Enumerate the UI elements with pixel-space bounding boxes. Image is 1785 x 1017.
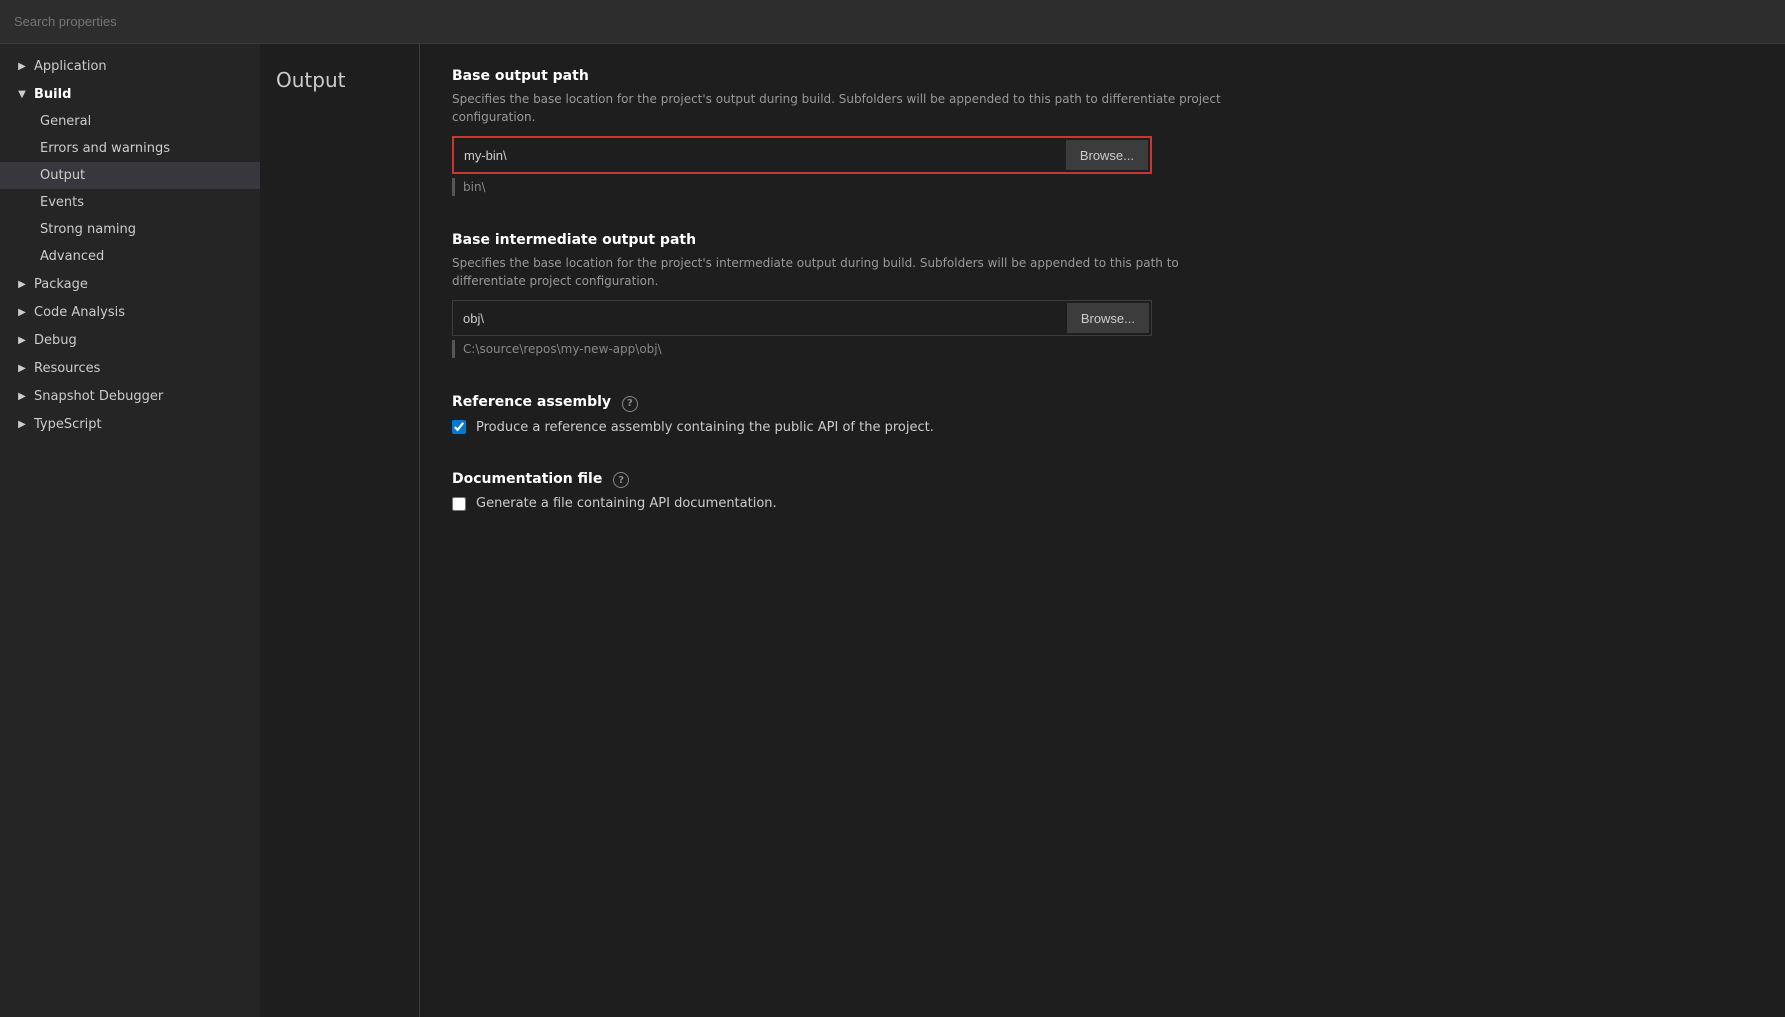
documentation-file-checkbox[interactable] xyxy=(452,497,466,511)
chevron-right-icon: ▶ xyxy=(14,388,30,404)
sidebar-item-label: Application xyxy=(34,59,107,74)
chevron-right-icon: ▶ xyxy=(14,58,30,74)
documentation-file-label: Documentation file ? xyxy=(452,471,1753,489)
base-output-path-input-row: Browse... xyxy=(452,136,1152,174)
documentation-file-checkbox-row: Generate a file containing API documenta… xyxy=(452,496,1753,511)
sidebar-item-output[interactable]: Output xyxy=(0,162,260,189)
sidebar-item-errors-warnings[interactable]: Errors and warnings xyxy=(0,135,260,162)
base-output-path-input[interactable] xyxy=(456,140,1060,170)
base-output-path-browse-button[interactable]: Browse... xyxy=(1066,140,1148,170)
section-title-panel: Output xyxy=(260,44,420,1017)
sidebar-item-resources[interactable]: ▶ Resources xyxy=(0,354,260,382)
sidebar-item-snapshot-debugger[interactable]: ▶ Snapshot Debugger xyxy=(0,382,260,410)
sidebar-item-events[interactable]: Events xyxy=(0,189,260,216)
sidebar: ▶ Application ▼ Build General Errors and… xyxy=(0,44,260,1017)
sidebar-item-label: Package xyxy=(34,277,88,292)
documentation-file-checkbox-label[interactable]: Generate a file containing API documenta… xyxy=(476,496,777,511)
documentation-file-help-icon[interactable]: ? xyxy=(613,472,629,488)
sidebar-item-label: Output xyxy=(40,168,85,183)
sidebar-item-label: Advanced xyxy=(40,249,104,264)
search-input[interactable] xyxy=(14,14,1771,29)
content-area: Output Base output path Specifies the ba… xyxy=(260,44,1785,1017)
reference-assembly-checkbox-label[interactable]: Produce a reference assembly containing … xyxy=(476,420,934,435)
chevron-right-icon: ▶ xyxy=(14,360,30,376)
sidebar-item-package[interactable]: ▶ Package xyxy=(0,270,260,298)
sidebar-item-advanced[interactable]: Advanced xyxy=(0,243,260,270)
base-output-path-hint: bin\ xyxy=(452,178,1753,196)
sidebar-item-strong-naming[interactable]: Strong naming xyxy=(0,216,260,243)
sidebar-item-label: Build xyxy=(34,87,71,102)
base-output-path-label: Base output path xyxy=(452,68,1753,84)
main-layout: ▶ Application ▼ Build General Errors and… xyxy=(0,44,1785,1017)
reference-assembly-section: Reference assembly ? Produce a reference… xyxy=(452,394,1753,435)
sidebar-item-label: Debug xyxy=(34,333,77,348)
sidebar-item-general[interactable]: General xyxy=(0,108,260,135)
base-intermediate-output-path-section: Base intermediate output path Specifies … xyxy=(452,232,1753,358)
reference-assembly-checkbox[interactable] xyxy=(452,420,466,434)
search-bar xyxy=(0,0,1785,44)
sidebar-item-label: Strong naming xyxy=(40,222,136,237)
base-intermediate-output-path-hint: C:\source\repos\my-new-app\obj\ xyxy=(452,340,1753,358)
sidebar-item-code-analysis[interactable]: ▶ Code Analysis xyxy=(0,298,260,326)
reference-assembly-label: Reference assembly ? xyxy=(452,394,1753,412)
chevron-right-icon: ▶ xyxy=(14,332,30,348)
chevron-right-icon: ▶ xyxy=(14,416,30,432)
sidebar-item-debug[interactable]: ▶ Debug xyxy=(0,326,260,354)
chevron-right-icon: ▶ xyxy=(14,304,30,320)
reference-assembly-help-icon[interactable]: ? xyxy=(622,396,638,412)
sidebar-item-label: TypeScript xyxy=(34,417,102,432)
chevron-right-icon: ▶ xyxy=(14,276,30,292)
section-title: Output xyxy=(276,68,403,92)
sidebar-item-label: Resources xyxy=(34,361,100,376)
main-content: Base output path Specifies the base loca… xyxy=(420,44,1785,1017)
base-intermediate-output-path-input[interactable] xyxy=(455,303,1061,333)
base-intermediate-output-path-browse-button[interactable]: Browse... xyxy=(1067,303,1149,333)
sidebar-item-label: Errors and warnings xyxy=(40,141,170,156)
sidebar-item-label: Code Analysis xyxy=(34,305,125,320)
sidebar-item-application[interactable]: ▶ Application xyxy=(0,52,260,80)
base-output-path-section: Base output path Specifies the base loca… xyxy=(452,68,1753,196)
sidebar-item-build[interactable]: ▼ Build xyxy=(0,80,260,108)
base-intermediate-output-path-label: Base intermediate output path xyxy=(452,232,1753,248)
base-intermediate-output-path-input-row: Browse... xyxy=(452,300,1152,336)
sidebar-item-typescript[interactable]: ▶ TypeScript xyxy=(0,410,260,438)
base-output-path-description: Specifies the base location for the proj… xyxy=(452,90,1252,126)
base-intermediate-output-path-description: Specifies the base location for the proj… xyxy=(452,254,1252,290)
documentation-file-section: Documentation file ? Generate a file con… xyxy=(452,471,1753,512)
sidebar-item-label: Snapshot Debugger xyxy=(34,389,163,404)
sidebar-item-label: General xyxy=(40,114,91,129)
chevron-down-icon: ▼ xyxy=(14,86,30,102)
reference-assembly-checkbox-row: Produce a reference assembly containing … xyxy=(452,420,1753,435)
sidebar-item-label: Events xyxy=(40,195,84,210)
